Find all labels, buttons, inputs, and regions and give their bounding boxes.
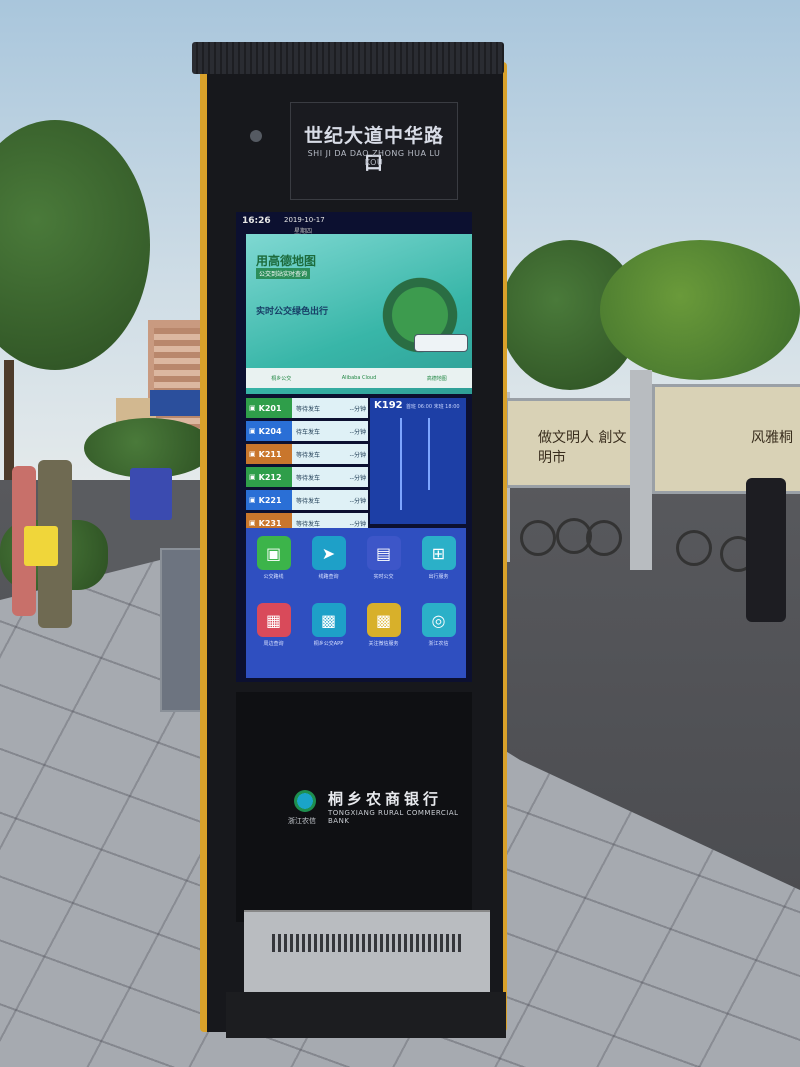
app-tile[interactable]: ⊞ 出行服务 bbox=[411, 536, 466, 603]
tree-trunk bbox=[4, 360, 14, 480]
route-list: ▣ K201 等待发车 --分钟 ▣ K204 待车发车 --分钟 ▣ K211 等待发车… bbox=[246, 398, 368, 536]
bus-icon: ▣ bbox=[249, 404, 256, 412]
logo-icon: ◎ bbox=[421, 603, 456, 637]
route-line-stops bbox=[400, 418, 402, 510]
route-detail-id: K192 bbox=[374, 400, 403, 411]
route-id: K212 bbox=[258, 472, 282, 482]
app-tile[interactable]: ▤ 实时公交 bbox=[356, 536, 411, 603]
footer-logo: 桐乡公交 bbox=[271, 375, 292, 382]
app-label: 出行服务 bbox=[428, 574, 449, 580]
app-tile[interactable]: ▩ 桐乡公交APP bbox=[301, 603, 356, 670]
wall-sign-text: 做文明人 創文明市 bbox=[538, 430, 627, 466]
bag bbox=[24, 526, 58, 566]
route-row[interactable]: ▣ K211 等待发车 --分钟 bbox=[246, 444, 368, 464]
banner-footer: 桐乡公交 Alibaba Cloud 高德地图 bbox=[246, 368, 472, 388]
route-status: 待车发车 bbox=[296, 428, 321, 436]
app-label: 公交路线 bbox=[263, 574, 284, 580]
route-status: 等待发车 bbox=[296, 474, 321, 482]
bus-icon: ▣ bbox=[249, 450, 256, 458]
app-tile[interactable]: ▦ 周边查询 bbox=[246, 603, 301, 670]
building-icon: ▦ bbox=[256, 603, 291, 637]
app-tile[interactable]: ➤ 线路查询 bbox=[301, 536, 356, 603]
route-row[interactable]: ▣ K201 等待发车 --分钟 bbox=[246, 398, 368, 418]
route-wait: --分钟 bbox=[349, 451, 366, 459]
bus-icon: ▣ bbox=[249, 427, 256, 435]
clock-date: 2019-10-17 bbox=[284, 216, 325, 224]
route-wait: --分钟 bbox=[349, 405, 366, 413]
stop-name-sign: 世纪大道中华路口 SHI JI DA DAO ZHONG HUA LU KOU bbox=[290, 102, 458, 200]
route-row[interactable]: ▣ K212 等待发车 --分钟 bbox=[246, 467, 368, 487]
app-label: 浙江农信 bbox=[428, 641, 449, 647]
cart bbox=[130, 468, 172, 520]
route-wait: --分钟 bbox=[349, 474, 366, 482]
route-row[interactable]: ▣ K221 等待发车 --分钟 bbox=[246, 490, 368, 510]
route-id: K211 bbox=[258, 449, 282, 459]
banner-headline: 用高德地图 bbox=[256, 254, 317, 268]
bicycle bbox=[676, 530, 712, 566]
camera-icon bbox=[250, 130, 262, 142]
kiosk-vent-panel bbox=[244, 910, 490, 1000]
bus-stop-kiosk: 世纪大道中华路口 SHI JI DA DAO ZHONG HUA LU KOU … bbox=[192, 42, 507, 1042]
app-label: 实时公交 bbox=[373, 574, 394, 580]
bus-icon: ▣ bbox=[249, 473, 256, 481]
app-tile[interactable]: ▣ 公交路线 bbox=[246, 536, 301, 603]
touch-screen[interactable]: 16:26 2019-10-17 星期四 用高德地图 公交到站实时查询 实时公交… bbox=[236, 212, 472, 682]
qr-icon: ▩ bbox=[311, 603, 346, 637]
tree bbox=[600, 240, 800, 380]
route-row[interactable]: ▣ K204 待车发车 --分钟 bbox=[246, 421, 368, 441]
route-status: 等待发车 bbox=[296, 451, 321, 459]
app-label: 周边查询 bbox=[263, 641, 284, 647]
navigate-icon: ➤ bbox=[311, 536, 346, 570]
footer-logo: Alibaba Cloud bbox=[341, 375, 377, 381]
route-id: K201 bbox=[258, 403, 282, 413]
kiosk-top-vent bbox=[192, 42, 504, 74]
route-id: K221 bbox=[258, 495, 282, 505]
bicycle bbox=[520, 520, 556, 556]
bank-name: 桐乡农商银行 bbox=[328, 790, 443, 808]
bus-icon bbox=[414, 334, 468, 352]
bank-sub-label: 浙江农信 bbox=[288, 817, 316, 825]
app-tile[interactable]: ◎ 浙江农信 bbox=[411, 603, 466, 670]
route-detail-panel[interactable]: K192 首班 06:00 末班 18:00 bbox=[370, 398, 466, 524]
stop-name-pinyin: SHI JI DA DAO ZHONG HUA LU KOU bbox=[307, 149, 441, 167]
kiosk-base bbox=[226, 992, 506, 1038]
street-scene: 做文明人 創文明市 风雅桐 世纪大道中华路口 SHI JI DA DAO ZHO… bbox=[0, 0, 800, 1067]
bus-icon: ▣ bbox=[249, 496, 256, 504]
bank-name-en: TONGXIANG RURAL COMMERCIAL BANK bbox=[328, 809, 459, 825]
wall-sign-text: 风雅桐 bbox=[751, 430, 793, 446]
bus-icon: ▣ bbox=[249, 519, 256, 527]
promo-banner[interactable]: 用高德地图 公交到站实时查询 实时公交绿色出行 桐乡公交 Alibaba Clo… bbox=[246, 234, 472, 394]
route-status: 等待发车 bbox=[296, 520, 321, 528]
footer-logo: 高德地图 bbox=[426, 375, 447, 382]
person bbox=[746, 478, 786, 622]
app-tile[interactable]: ▩ 关注微信服务 bbox=[356, 603, 411, 670]
qr-icon: ▩ bbox=[366, 603, 401, 637]
bank-logo-icon bbox=[294, 790, 316, 812]
route-detail-hours: 首班 06:00 末班 18:00 bbox=[406, 404, 460, 410]
bicycle bbox=[586, 520, 622, 556]
app-label: 桐乡公交APP bbox=[313, 641, 344, 647]
ad-panel: 浙江农信 桐乡农商银行 TONGXIANG RURAL COMMERCIAL B… bbox=[236, 692, 472, 922]
banner-subline: 实时公交绿色出行 bbox=[256, 307, 329, 317]
clock-time: 16:26 bbox=[242, 216, 271, 226]
route-wait: --分钟 bbox=[349, 497, 366, 505]
train-icon: ▤ bbox=[366, 536, 401, 570]
app-grid: ▣ 公交路线 ➤ 线路查询 ▤ 实时公交 ⊞ 出行服务 ▦ 周边查询 ▩ 桐乡公… bbox=[246, 528, 466, 678]
banner-tag: 公交到站实时查询 bbox=[256, 268, 311, 279]
service-icon: ⊞ bbox=[421, 536, 456, 570]
app-label: 线路查询 bbox=[318, 574, 339, 580]
vent-slots bbox=[272, 934, 462, 952]
route-status: 等待发车 bbox=[296, 497, 321, 505]
route-wait: --分钟 bbox=[349, 520, 366, 528]
app-label: 关注微信服务 bbox=[368, 641, 399, 647]
route-status: 等待发车 bbox=[296, 405, 321, 413]
wall-billboard: 做文明人 創文明市 bbox=[505, 398, 635, 488]
route-id: K204 bbox=[258, 426, 282, 436]
route-wait: --分钟 bbox=[349, 428, 366, 436]
bus-icon: ▣ bbox=[256, 536, 291, 570]
route-id: K231 bbox=[258, 518, 282, 528]
route-line-stops bbox=[428, 418, 430, 490]
